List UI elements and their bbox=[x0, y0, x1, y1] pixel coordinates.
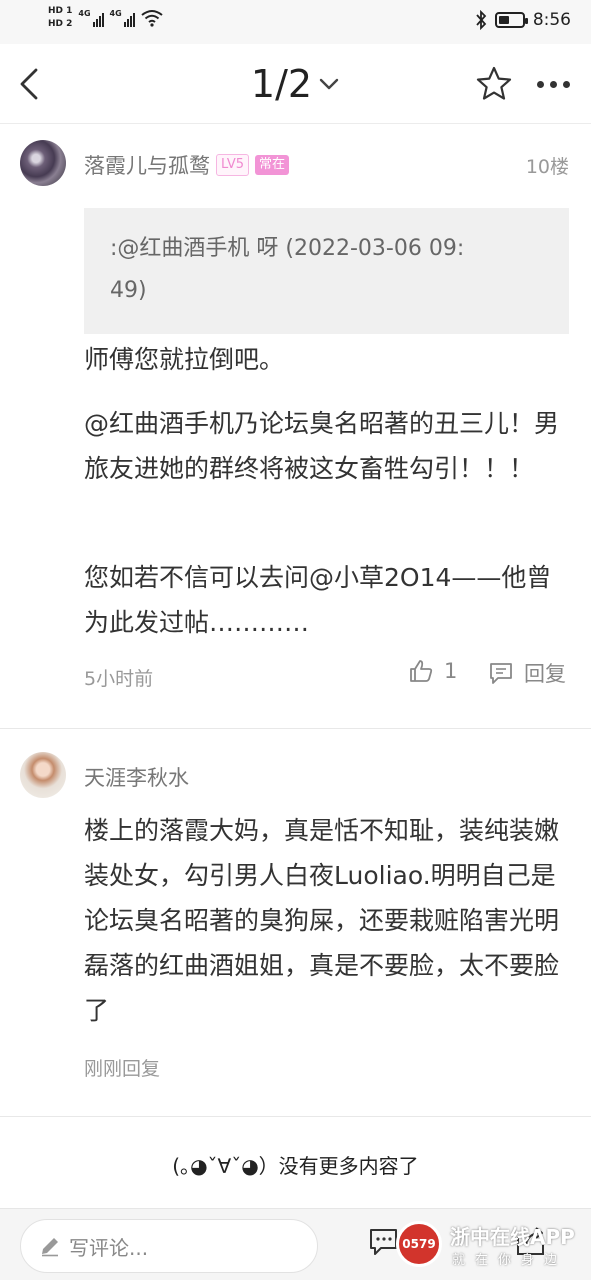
username[interactable]: 天涯李秋水 bbox=[84, 762, 189, 792]
top-nav-bar: 1/2 bbox=[0, 44, 591, 124]
status-bar: HD 1 HD 2 4G 4G 8:56 bbox=[0, 0, 591, 44]
wifi-icon bbox=[141, 9, 163, 27]
status-time: 8:56 bbox=[532, 10, 571, 30]
network-type-1: 4G bbox=[78, 8, 91, 18]
battery-level bbox=[498, 16, 509, 24]
battery-icon bbox=[494, 12, 528, 28]
floor-number: 10楼 bbox=[525, 156, 569, 178]
hd1-indicator: HD 1 bbox=[48, 6, 73, 16]
post-time: 刚刚回复 bbox=[84, 1058, 161, 1080]
more-options-icon[interactable] bbox=[530, 66, 576, 102]
avatar[interactable] bbox=[20, 752, 66, 798]
favorite-star-icon[interactable] bbox=[474, 64, 514, 104]
page-indicator-text: 1/2 bbox=[250, 62, 313, 106]
network-type-2: 4G bbox=[109, 8, 122, 18]
bottom-bar: 写评论... 0579 浙中在线APP 就在你身边 bbox=[0, 1208, 591, 1280]
hd-indicators: HD 1 HD 2 bbox=[48, 6, 72, 29]
watermark-title: 浙中在线APP bbox=[450, 1225, 575, 1249]
bluetooth-icon bbox=[476, 10, 487, 30]
status-right: 8:56 bbox=[475, 10, 571, 30]
post-divider bbox=[0, 1116, 591, 1117]
reply-label: 回复 bbox=[524, 662, 566, 686]
watermark-subtitle: 就在你身边 bbox=[452, 1253, 568, 1268]
post-time: 5小时前 bbox=[84, 668, 154, 690]
status-badge: 常在 bbox=[254, 155, 289, 175]
quoted-reply[interactable]: :@红曲酒手机 呀 (2022-03-06 09: 49) bbox=[84, 208, 569, 334]
reply-button[interactable]: 回复 bbox=[488, 658, 566, 688]
level-badge: LV5 bbox=[216, 154, 249, 176]
like-count: 1 bbox=[444, 659, 458, 683]
post-author: 落霞儿与孤鹜 LV5 常在 bbox=[84, 150, 289, 180]
watermark-logo: 0579 bbox=[396, 1221, 442, 1267]
username[interactable]: 落霞儿与孤鹜 bbox=[84, 150, 210, 180]
hd2-indicator: HD 2 bbox=[48, 19, 73, 29]
like-button[interactable]: 1 bbox=[408, 658, 457, 684]
status-left: HD 1 HD 2 4G 4G bbox=[48, 6, 163, 29]
signal-2-icon: 4G bbox=[110, 9, 135, 27]
comment-placeholder: 写评论... bbox=[69, 1235, 149, 1260]
post-author: 天涯李秋水 bbox=[84, 762, 189, 792]
pencil-icon bbox=[42, 1238, 58, 1257]
chevron-down-icon bbox=[319, 78, 339, 90]
watermark: 0579 浙中在线APP 就在你身边 bbox=[396, 1219, 591, 1277]
reply-icon bbox=[490, 663, 512, 684]
post-body: 楼上的落霞大妈，真是恬不知耻，装纯装嫩装处女，勾引男人白夜Luoliao.明明自… bbox=[84, 816, 560, 1025]
post-paragraph-3: 您如若不信可以去问@小草2O14——他曾为此发过帖………… bbox=[84, 563, 552, 637]
signal-1-icon: 4G bbox=[78, 8, 104, 27]
post-divider bbox=[0, 728, 591, 729]
comment-input[interactable]: 写评论... bbox=[20, 1219, 318, 1273]
post-paragraph-2: @红曲酒手机乃论坛臭名昭著的丑三儿！男旅友进她的群终将被这女畜牲勾引！！！ bbox=[84, 409, 560, 483]
post-paragraph-1: 师傅您就拉倒吧。 bbox=[84, 345, 285, 374]
avatar[interactable] bbox=[20, 140, 66, 186]
quote-line-2: 49) bbox=[110, 278, 147, 303]
quote-line-1: :@红曲酒手机 呀 (2022-03-06 09: bbox=[110, 236, 465, 261]
thumbs-up-icon bbox=[410, 660, 433, 682]
no-more-content: (｡◕ˇ∀ˇ◕）没有更多内容了 bbox=[172, 1154, 419, 1178]
